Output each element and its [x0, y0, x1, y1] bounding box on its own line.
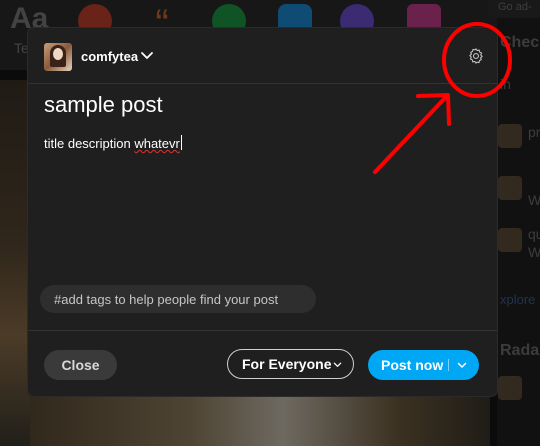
chevron-down-icon[interactable] [457, 360, 467, 370]
text-caret [180, 135, 182, 150]
post-now-label: Post now [381, 357, 444, 373]
avatar-face [53, 48, 63, 60]
chevron-down-icon[interactable] [140, 48, 154, 62]
chevron-down-icon [333, 362, 342, 367]
button-divider [448, 359, 449, 371]
post-body-field[interactable]: title description whatevr [44, 135, 182, 151]
composer-footer: Close For Everyone Post now [28, 330, 497, 396]
blog-name[interactable]: comfytea [81, 49, 138, 64]
post-composer-dialog: comfytea sample post title description w… [28, 28, 497, 396]
gear-icon[interactable] [467, 47, 485, 65]
audience-label: For Everyone [242, 356, 332, 372]
post-title-field[interactable]: sample post [44, 92, 163, 118]
tags-input[interactable]: #add tags to help people find your post [40, 285, 316, 313]
close-button[interactable]: Close [44, 350, 117, 380]
post-now-button[interactable]: Post now [368, 350, 479, 380]
tags-placeholder: #add tags to help people find your post [54, 292, 279, 307]
audience-dropdown[interactable]: For Everyone [227, 349, 354, 379]
composer-header: comfytea [28, 28, 497, 84]
avatar[interactable] [44, 43, 72, 71]
post-body-text: title description [44, 136, 135, 151]
misspelled-word: whatevr [134, 136, 180, 151]
